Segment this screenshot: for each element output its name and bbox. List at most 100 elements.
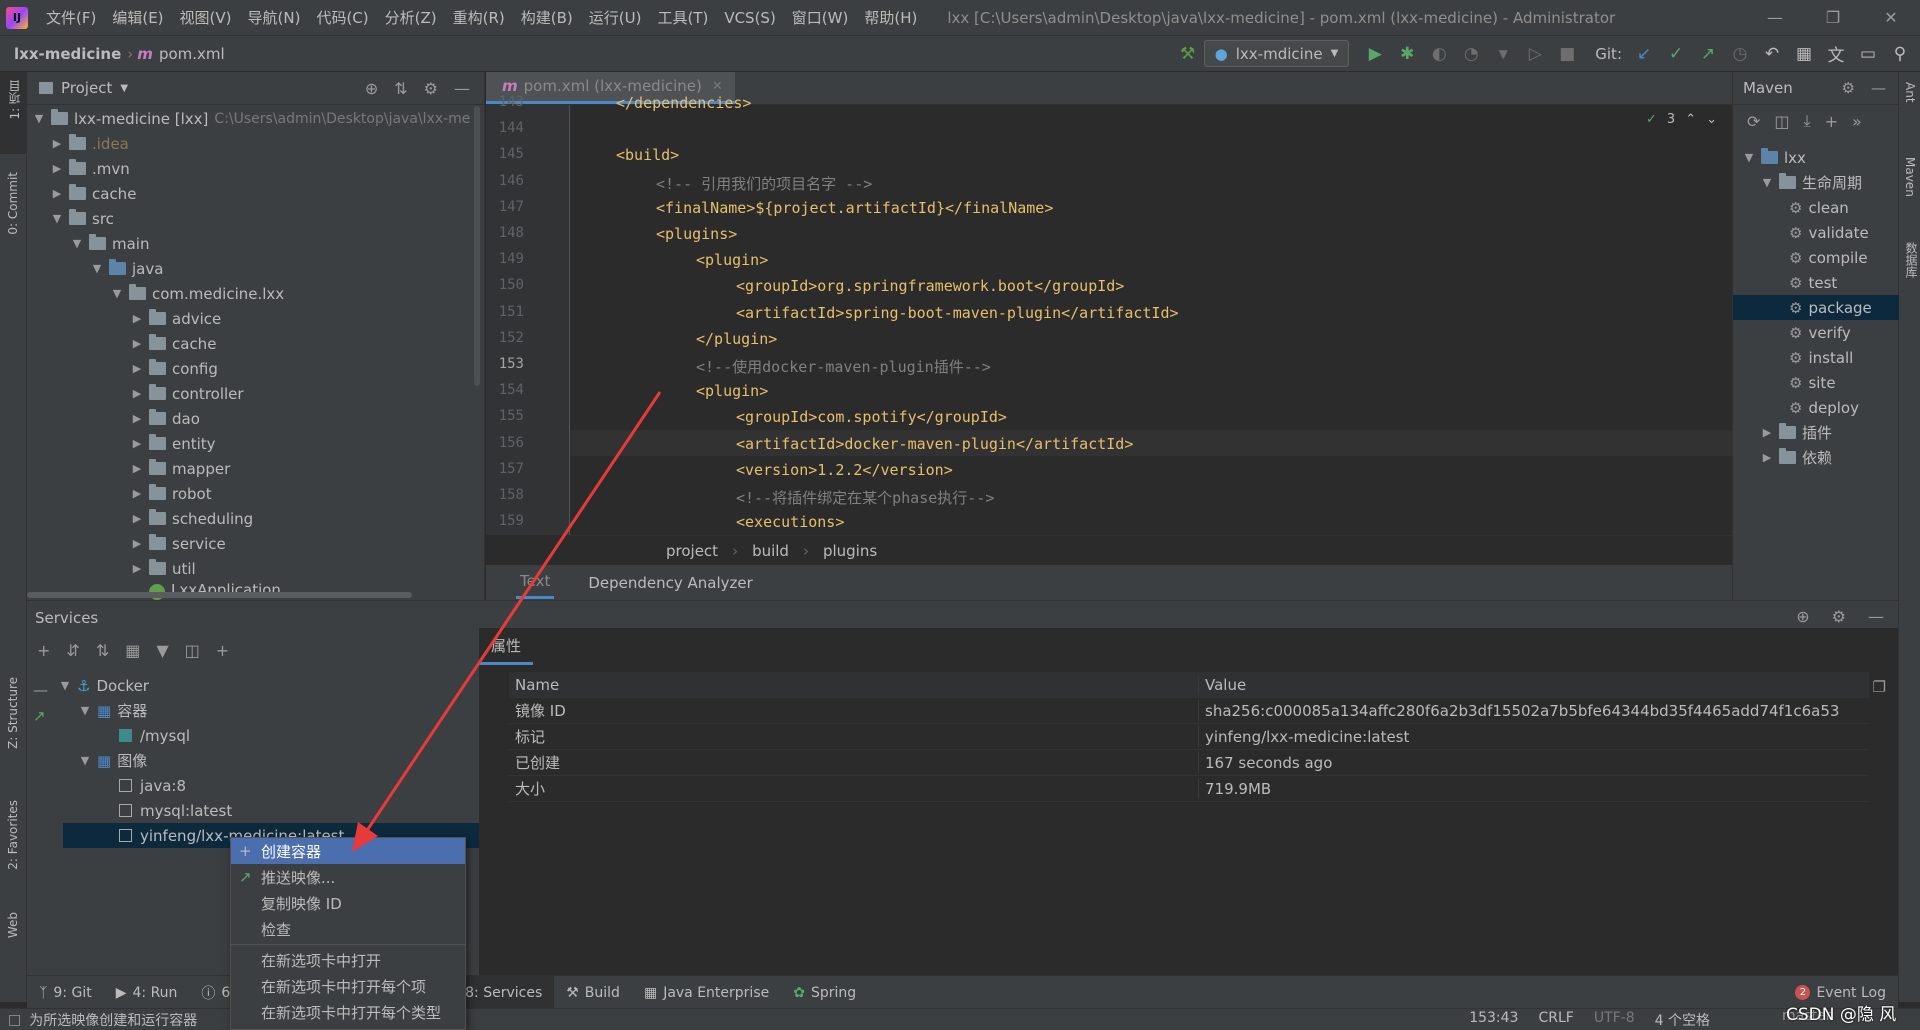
menu-vcs[interactable]: VCS(S) <box>716 9 783 27</box>
rollback-icon[interactable]: ↶ <box>1759 41 1785 67</box>
stripe-ant[interactable]: Ant <box>1903 82 1917 103</box>
maven-goal-clean[interactable]: ⚙ clean <box>1789 195 1849 220</box>
tree-images[interactable]: ▼ ▦ 图像 <box>77 748 147 773</box>
restore-icon[interactable]: ❐ <box>1808 0 1858 35</box>
chevron-down-icon[interactable]: ⌄ <box>1706 112 1717 127</box>
menu-view[interactable]: 视图(V) <box>172 7 240 28</box>
add-folder-icon[interactable]: ◫ <box>1774 112 1789 131</box>
tree-item-robot[interactable]: ▶ robot <box>129 481 212 506</box>
stripe-commit[interactable]: 0: Commit <box>6 172 20 235</box>
maven-plugins[interactable]: ▶ 插件 <box>1759 420 1832 445</box>
tree-docker[interactable]: ▼ ⚓ Docker <box>57 673 149 698</box>
tree-item-cache[interactable]: ▶ cache <box>49 181 136 206</box>
gear-icon[interactable]: ⚙ <box>1832 607 1846 626</box>
hide-panel-icon[interactable]: — <box>1871 79 1886 97</box>
maven-deps[interactable]: ▶ 依赖 <box>1759 445 1832 470</box>
tree-container-mysql[interactable]: /mysql <box>119 723 190 748</box>
chevron-down-icon[interactable]: ▼ <box>120 83 128 94</box>
profile-icon[interactable]: ◔ <box>1458 41 1484 67</box>
tab-text[interactable]: Text <box>516 566 555 599</box>
gear-icon[interactable]: ⚙ <box>1842 79 1855 97</box>
menu-create-container[interactable]: + 创建容器 <box>231 838 465 864</box>
table-row[interactable]: 镜像 ID sha256:c000085a134affc280f6a2b3df15… <box>509 698 1869 724</box>
menu-refactor[interactable]: 重构(R) <box>445 7 513 28</box>
menu-run[interactable]: 运行(U) <box>581 7 650 28</box>
column-value[interactable]: Value <box>1199 676 1246 694</box>
tree-image-mysql[interactable]: mysql:latest <box>119 798 232 823</box>
filter-icon[interactable]: ▼ <box>156 641 168 660</box>
breadcrumb-project[interactable]: lxx-medicine <box>8 45 127 63</box>
tree-root[interactable]: ▼ lxx-medicine [lxx] C:\Users\admin\Desk… <box>31 106 470 131</box>
menu-help[interactable]: 帮助(H) <box>856 7 925 28</box>
tree-item-mvn[interactable]: ▶ .mvn <box>49 156 130 181</box>
table-row[interactable]: 大小 719.9MB <box>509 776 1869 802</box>
minimize-icon[interactable]: — <box>1750 0 1800 35</box>
menu-open-new-tab[interactable]: 在新选项卡中打开 <box>231 947 465 973</box>
tab-run[interactable]: ▶ 4: Run <box>104 976 190 1010</box>
stripe-maven[interactable]: Maven <box>1903 157 1917 197</box>
stripe-database[interactable]: 数据库 <box>1903 242 1920 278</box>
search-icon[interactable]: ⚲ <box>1887 41 1913 67</box>
maven-goal-test[interactable]: ⚙ test <box>1789 270 1837 295</box>
horizontal-scrollbar[interactable] <box>27 592 412 598</box>
menu-code[interactable]: 代码(C) <box>308 7 376 28</box>
tree-item-java[interactable]: ▼ java <box>89 256 163 281</box>
menu-push-image[interactable]: ↗ 推送映像... <box>231 864 465 890</box>
copy-icon[interactable]: ❐ <box>1873 678 1886 696</box>
tree-item-dao[interactable]: ▶ dao <box>129 406 200 431</box>
plus-icon[interactable]: + <box>1825 112 1838 131</box>
tree-item-util[interactable]: ▶ util <box>129 556 196 581</box>
add-service-icon[interactable]: + <box>216 641 229 660</box>
vertical-scrollbar[interactable] <box>474 106 480 386</box>
caret-position[interactable]: 153:43 <box>1469 1010 1518 1030</box>
git-commit-icon[interactable]: ✓ <box>1663 41 1689 67</box>
stripe-project[interactable]: 1: 项目 <box>6 80 23 120</box>
maven-goal-validate[interactable]: ⚙ validate <box>1789 220 1869 245</box>
tab-spring[interactable]: ✿ Spring <box>781 976 868 1010</box>
history-icon[interactable]: ◷ <box>1727 41 1753 67</box>
breadcrumb-build-tag[interactable]: build <box>752 542 789 560</box>
run-configuration-select[interactable]: ● lxx-mdicine ▼ <box>1203 40 1350 67</box>
menu-navigate[interactable]: 导航(N) <box>240 7 309 28</box>
close-tab-icon[interactable]: ✕ <box>712 79 723 94</box>
close-icon[interactable]: ✕ <box>1866 0 1916 35</box>
hide-panel-icon[interactable]: — <box>454 79 470 98</box>
inspection-widget[interactable]: ✓ 3 ⌃ ⌄ <box>1646 112 1717 127</box>
menu-open-each-type[interactable]: 在新选项卡中打开每个类型 <box>231 999 465 1025</box>
attach-icon[interactable]: ▷ <box>1522 41 1548 67</box>
tree-item-package[interactable]: ▼ com.medicine.lxx <box>109 281 284 306</box>
new-tab-icon[interactable]: ◫ <box>185 641 200 660</box>
table-row[interactable]: 标记 yinfeng/lxx-medicine:latest <box>509 724 1869 750</box>
collapse-all-icon[interactable]: ⇅ <box>96 641 109 660</box>
maven-goal-package[interactable]: ⚙ package <box>1733 295 1899 320</box>
breadcrumb-file[interactable]: pom.xml <box>153 45 231 63</box>
more-run-icon[interactable]: ▼ <box>1490 41 1516 67</box>
more-icon[interactable]: » <box>1852 112 1862 131</box>
maven-root[interactable]: ▼ lxx <box>1741 145 1806 170</box>
run-icon[interactable]: ▶ <box>1362 41 1388 67</box>
download-icon[interactable]: ⤓ <box>1804 111 1811 131</box>
stop-icon[interactable]: ■ <box>1554 41 1580 67</box>
tree-item-main[interactable]: ▼ main <box>69 231 149 256</box>
table-row[interactable]: 已创建 167 seconds ago <box>509 750 1869 776</box>
menu-window[interactable]: 窗口(W) <box>784 7 857 28</box>
gear-icon[interactable]: ⚙ <box>424 79 438 98</box>
tree-item-cache-pkg[interactable]: ▶ cache <box>129 331 216 356</box>
tree-item-advice[interactable]: ▶ advice <box>129 306 221 331</box>
project-panel-title[interactable]: Project <box>61 79 112 97</box>
tree-item-entity[interactable]: ▶ entity <box>129 431 216 456</box>
group-icon[interactable]: ▦ <box>125 641 140 660</box>
debug-icon[interactable]: ✱ <box>1394 41 1420 67</box>
chevron-up-icon[interactable]: ⌃ <box>1685 112 1696 127</box>
tab-java-enterprise[interactable]: ▦ Java Enterprise <box>632 976 781 1010</box>
tab-git[interactable]: ᛉ 9: Git <box>27 976 104 1010</box>
git-push-icon[interactable]: ↗ <box>1695 41 1721 67</box>
menu-build[interactable]: 构建(B) <box>513 7 581 28</box>
tab-build[interactable]: ⚒ Build <box>554 976 632 1010</box>
tab-dependency-analyzer[interactable]: Dependency Analyzer <box>588 574 752 592</box>
git-update-icon[interactable]: ↙ <box>1631 41 1657 67</box>
tree-item-controller[interactable]: ▶ controller <box>129 381 244 406</box>
column-name[interactable]: Name <box>509 675 1199 694</box>
hide-panel-icon[interactable]: — <box>1868 607 1884 626</box>
stripe-favorites[interactable]: 2: Favorites <box>6 800 20 870</box>
